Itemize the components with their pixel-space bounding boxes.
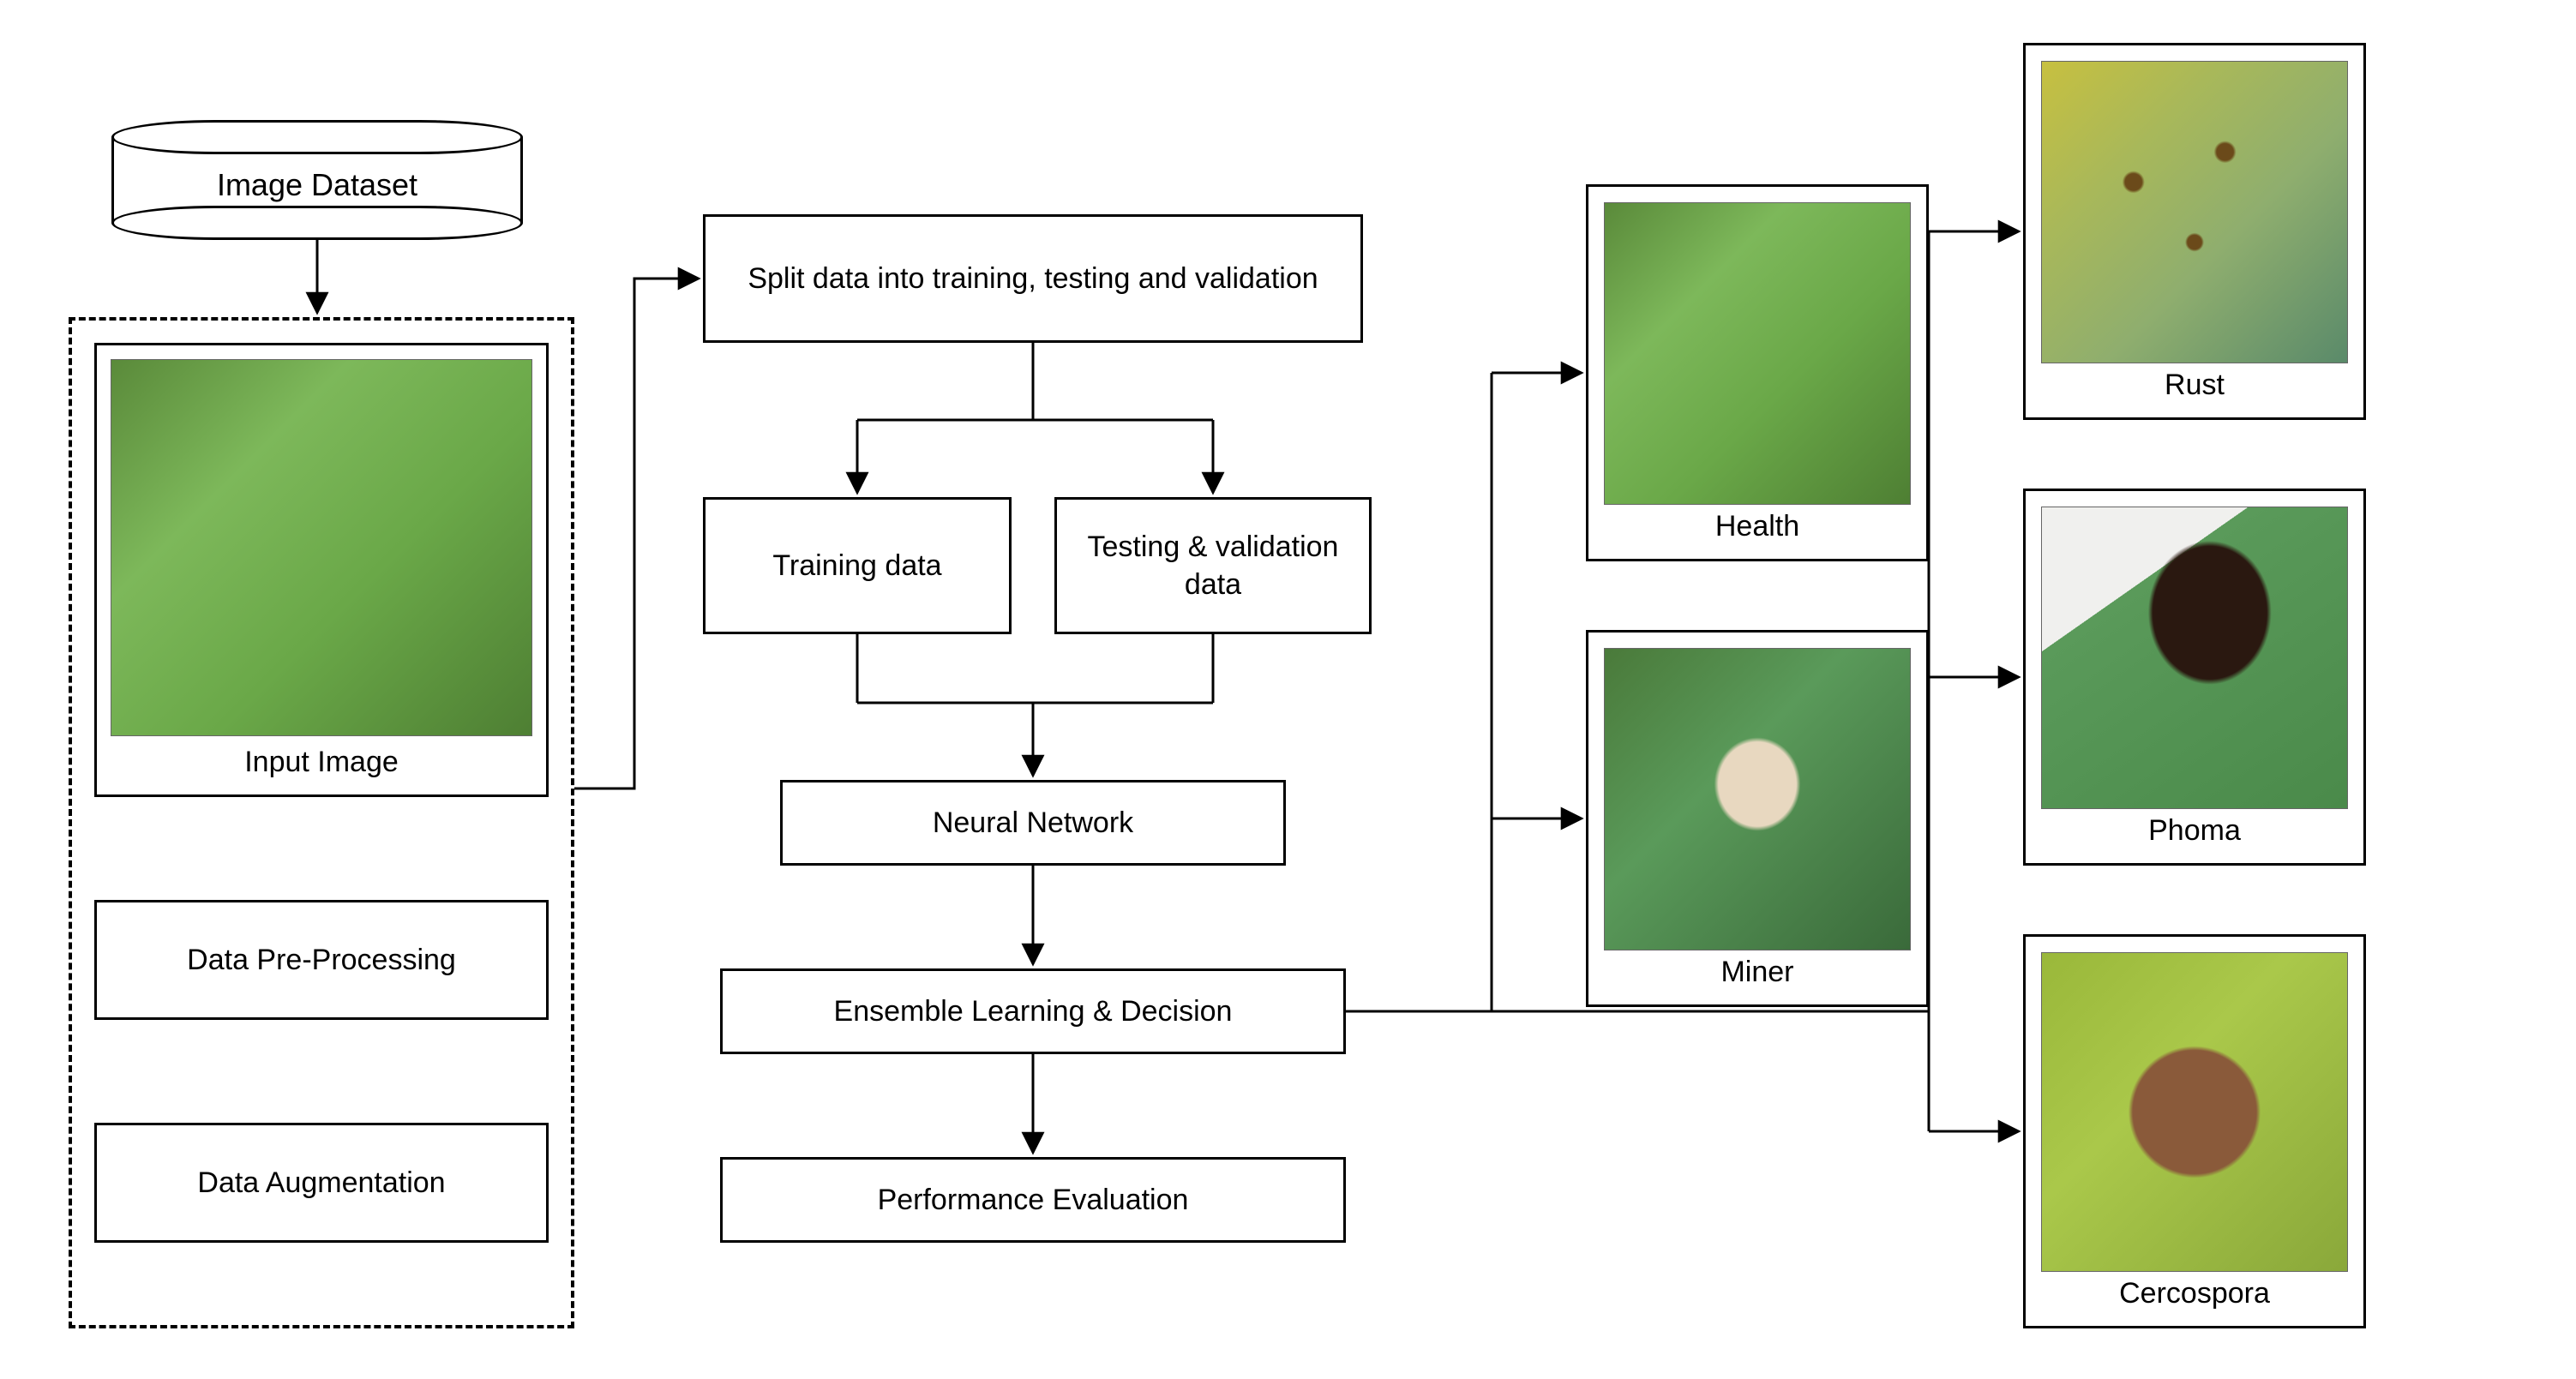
connectors <box>34 34 2542 1345</box>
diagram-canvas: Image Dataset Input Image Data Pre-Proce… <box>34 34 2542 1345</box>
